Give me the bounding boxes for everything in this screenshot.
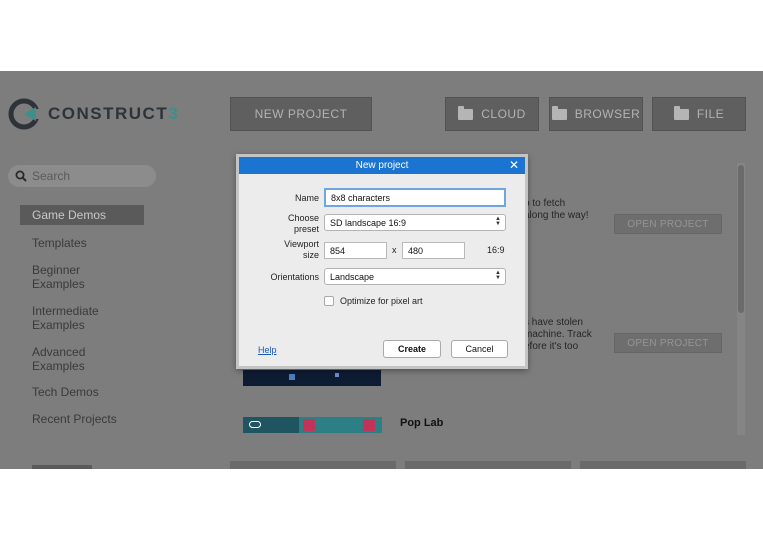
- sidebar-item-intermediate-examples[interactable]: Intermediate Examples: [32, 304, 99, 332]
- name-field[interactable]: 8x8 characters: [324, 188, 506, 207]
- project-description: s have stolen machine. Track efore it's …: [524, 317, 592, 352]
- open-project-button[interactable]: OPEN PROJECT: [614, 214, 722, 234]
- aspect-ratio: 16:9: [487, 245, 505, 255]
- preset-select[interactable]: SD landscape 16:9 ▲ ▼: [324, 214, 506, 231]
- project-description: o to fetch along the way!: [524, 198, 589, 221]
- orientations-label: Orientations: [270, 272, 319, 282]
- viewport-height-field[interactable]: 480: [402, 242, 465, 259]
- sidebar-item-game-demos[interactable]: Game Demos: [20, 205, 144, 225]
- sidebar-item-templates[interactable]: Templates: [32, 236, 87, 250]
- cancel-button[interactable]: Cancel: [451, 340, 508, 358]
- folder-icon: [673, 105, 689, 120]
- viewport-separator: x: [392, 245, 397, 255]
- orientations-select[interactable]: Landscape ▲ ▼: [324, 268, 506, 285]
- new-project-button[interactable]: NEW PROJECT: [230, 97, 372, 131]
- project-card: [230, 461, 396, 469]
- project-thumbnail[interactable]: [243, 370, 381, 386]
- sidebar-item-clipped: [32, 465, 92, 469]
- viewport-label: Viewport size: [284, 239, 319, 260]
- project-card: [580, 461, 746, 469]
- folder-icon: [551, 105, 567, 120]
- project-title: Pop Lab: [400, 417, 444, 429]
- sidebar-item-beginner-examples[interactable]: Beginner Examples: [32, 263, 85, 291]
- dialog-title: New project: [355, 160, 409, 171]
- project-card: [405, 461, 571, 469]
- preset-label: Choose preset: [287, 213, 319, 234]
- chevron-updown-icon: ▲ ▼: [495, 216, 501, 227]
- search-icon: [15, 170, 27, 182]
- create-button[interactable]: Create: [383, 340, 441, 358]
- close-icon[interactable]: ✕: [509, 158, 519, 172]
- project-thumbnail[interactable]: [243, 417, 382, 433]
- cloud-button[interactable]: CLOUD: [445, 97, 539, 131]
- pixel-art-label: Optimize for pixel art: [340, 296, 423, 306]
- app-logo: CONSTRUCT3: [8, 98, 179, 130]
- pixel-art-checkbox[interactable]: [324, 296, 334, 306]
- open-project-button[interactable]: OPEN PROJECT: [614, 333, 722, 353]
- dialog-titlebar: New project ✕: [239, 157, 525, 174]
- chevron-updown-icon: ▲ ▼: [495, 270, 501, 281]
- sidebar-item-recent-projects[interactable]: Recent Projects: [32, 412, 117, 426]
- help-link[interactable]: Help: [258, 345, 277, 355]
- brand-name: CONSTRUCT3: [48, 104, 180, 123]
- folder-icon: [458, 105, 474, 120]
- search-input[interactable]: Search: [8, 165, 156, 187]
- name-label: Name: [294, 193, 319, 203]
- scrollbar-thumb[interactable]: [738, 165, 744, 313]
- viewport-width-field[interactable]: 854: [324, 242, 387, 259]
- sidebar-item-advanced-examples[interactable]: Advanced Examples: [32, 345, 85, 373]
- file-button[interactable]: FILE: [652, 97, 746, 131]
- scrollbar[interactable]: [737, 163, 745, 435]
- new-project-dialog: New project ✕ Name 8x8 characters Choose…: [236, 154, 528, 369]
- app-window: CONSTRUCT3 NEW PROJECT CLOUD BROWSER FIL…: [0, 71, 763, 469]
- browser-button[interactable]: BROWSER: [549, 97, 643, 131]
- sidebar-item-tech-demos[interactable]: Tech Demos: [32, 385, 99, 399]
- construct-logo-icon: [8, 98, 40, 130]
